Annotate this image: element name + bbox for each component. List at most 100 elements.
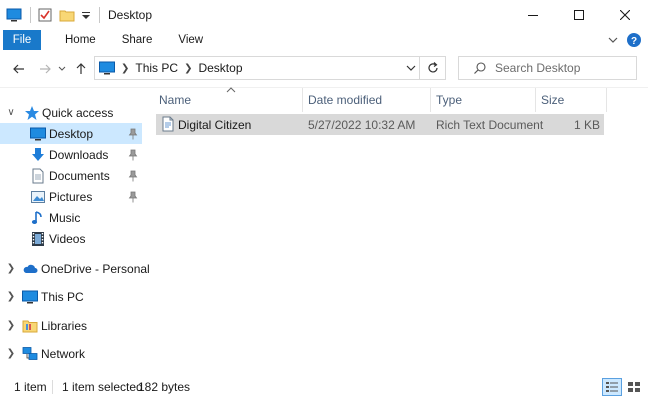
- properties-icon[interactable]: [37, 7, 53, 23]
- breadcrumb-this-pc[interactable]: This PC: [135, 61, 178, 75]
- window-controls: [510, 0, 648, 30]
- tab-view[interactable]: View: [166, 30, 215, 50]
- expand-chevron-icon[interactable]: ❯: [6, 320, 16, 331]
- file-size: 1 KB: [573, 117, 600, 132]
- expand-ribbon-chevron-icon[interactable]: [606, 33, 620, 47]
- this-pc-icon: [99, 60, 115, 76]
- selected-count: 1 item selected: [62, 380, 143, 394]
- quick-access-toolbar: Desktop: [0, 0, 152, 30]
- desktop-icon: [30, 126, 46, 142]
- tab-home[interactable]: Home: [53, 30, 108, 50]
- column-divider[interactable]: [606, 88, 607, 112]
- refresh-button[interactable]: [419, 57, 445, 79]
- back-button[interactable]: [8, 58, 30, 80]
- column-divider[interactable]: [430, 88, 431, 112]
- column-header-date-modified[interactable]: Date modified: [308, 88, 428, 112]
- column-divider[interactable]: [302, 88, 303, 112]
- window-title: Desktop: [108, 8, 153, 22]
- breadcrumb-chevron-icon[interactable]: ❯: [184, 63, 192, 74]
- nav-label: Pictures: [49, 189, 93, 204]
- ribbon-right-controls: ?: [606, 32, 642, 48]
- nav-item-desktop[interactable]: Desktop: [0, 123, 142, 144]
- nav-label: OneDrive - Personal: [41, 261, 150, 276]
- file-list: Name Date modified Type Size Digital Cit…: [150, 87, 648, 374]
- nav-item-downloads[interactable]: Downloads: [0, 144, 142, 165]
- expand-chevron-icon[interactable]: ❯: [6, 291, 16, 302]
- status-bar: 1 item 1 item selected 182 bytes: [0, 374, 648, 400]
- minimize-button[interactable]: [510, 0, 556, 30]
- item-count: 1 item: [14, 380, 47, 394]
- file-date-modified: 5/27/2022 10:32 AM: [308, 117, 416, 132]
- nav-item-network[interactable]: ❯ Network: [0, 343, 142, 364]
- nav-label: Music: [49, 210, 81, 225]
- status-divider: [52, 380, 53, 394]
- network-icon: [22, 346, 38, 362]
- file-name: Digital Citizen: [178, 117, 252, 132]
- table-row[interactable]: Digital Citizen 5/27/2022 10:32 AM Rich …: [156, 114, 604, 135]
- pin-icon[interactable]: [128, 149, 138, 161]
- pin-icon[interactable]: [128, 170, 138, 182]
- nav-label: Libraries: [41, 318, 88, 333]
- column-divider[interactable]: [535, 88, 536, 112]
- pin-icon[interactable]: [128, 191, 138, 203]
- address-bar[interactable]: ❯ This PC ❯ Desktop: [94, 56, 446, 80]
- picture-icon: [30, 189, 46, 205]
- star-icon: [24, 105, 40, 121]
- document-icon: [30, 168, 46, 184]
- new-folder-icon[interactable]: [59, 7, 75, 23]
- nav-label: Network: [41, 346, 86, 361]
- selected-size: 182 bytes: [138, 380, 191, 394]
- explorer-window-icon[interactable]: [6, 7, 22, 23]
- rtf-file-icon: [160, 116, 176, 132]
- large-icons-view-button[interactable]: [624, 378, 644, 396]
- details-view-button[interactable]: [602, 378, 622, 396]
- view-switcher: [600, 378, 644, 396]
- ribbon-tabs: File Home Share View ?: [0, 30, 648, 50]
- toolbar-separator: [99, 7, 100, 23]
- expand-chevron-icon[interactable]: ❯: [6, 348, 16, 359]
- breadcrumb-desktop[interactable]: Desktop: [198, 61, 242, 75]
- nav-item-quick-access[interactable]: ∨ Quick access: [0, 102, 142, 123]
- help-icon[interactable]: ?: [626, 32, 642, 48]
- cloud-icon: [22, 261, 38, 277]
- navigation-bar: ❯ This PC ❯ Desktop: [0, 50, 648, 88]
- monitor-icon: [22, 289, 38, 305]
- forward-button[interactable]: [34, 58, 56, 80]
- expand-chevron-icon[interactable]: ❯: [6, 263, 16, 274]
- search-input[interactable]: [495, 61, 635, 75]
- svg-text:?: ?: [631, 36, 637, 47]
- nav-item-libraries[interactable]: ❯ Libraries: [0, 315, 142, 336]
- column-header-size[interactable]: Size: [541, 88, 601, 112]
- nav-item-onedrive[interactable]: ❯ OneDrive - Personal: [0, 258, 150, 279]
- nav-item-this-pc[interactable]: ❯ This PC: [0, 286, 142, 307]
- maximize-button[interactable]: [556, 0, 602, 30]
- tab-share[interactable]: Share: [110, 30, 165, 50]
- tab-file[interactable]: File: [3, 30, 41, 50]
- nav-item-documents[interactable]: Documents: [0, 165, 142, 186]
- nav-label: Downloads: [49, 147, 109, 162]
- music-note-icon: [30, 210, 46, 226]
- close-button[interactable]: [602, 0, 648, 30]
- column-header-name[interactable]: Name: [159, 88, 299, 112]
- collapse-chevron-icon[interactable]: ∨: [6, 107, 16, 118]
- nav-item-videos[interactable]: Videos: [0, 228, 142, 249]
- pin-icon[interactable]: [128, 128, 138, 140]
- up-button[interactable]: [70, 58, 92, 80]
- nav-label: Videos: [49, 231, 86, 246]
- customize-toolbar-chevron-icon[interactable]: [81, 7, 91, 23]
- title-bar: Desktop: [0, 0, 648, 30]
- toolbar-separator: [30, 7, 31, 23]
- column-header-type[interactable]: Type: [436, 88, 536, 112]
- search-icon: [473, 61, 487, 75]
- nav-item-music[interactable]: Music: [0, 207, 142, 228]
- breadcrumb-chevron-icon[interactable]: ❯: [121, 63, 129, 74]
- nav-label: This PC: [41, 289, 84, 304]
- file-type: Rich Text Document: [436, 117, 544, 132]
- folder-icon: [22, 318, 38, 334]
- recent-locations-chevron-icon[interactable]: [56, 58, 68, 80]
- download-arrow-icon: [30, 147, 46, 163]
- address-history-chevron-icon[interactable]: [405, 62, 417, 77]
- nav-item-pictures[interactable]: Pictures: [0, 186, 142, 207]
- search-box[interactable]: [458, 56, 637, 80]
- navigation-pane: ∨ Quick access Desktop Downloads Documen…: [0, 88, 150, 374]
